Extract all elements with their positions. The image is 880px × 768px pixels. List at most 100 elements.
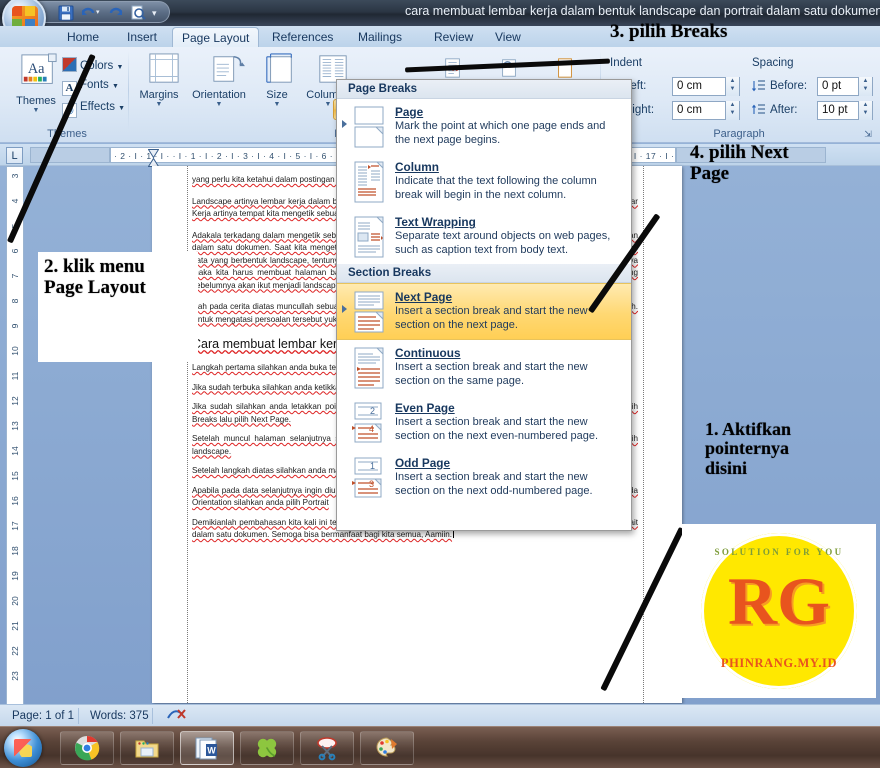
- chevron-down-icon[interactable]: ▼: [254, 101, 300, 108]
- svg-text:Aa: Aa: [28, 61, 45, 77]
- spacing-after-stepper[interactable]: ▲ ▼: [858, 101, 872, 120]
- menu-header-page-breaks: Page Breaks: [337, 80, 631, 99]
- chrome-icon: [74, 735, 100, 761]
- menu-item-desc: Mark the point at which one page ends an…: [395, 120, 606, 146]
- menu-item-even-page[interactable]: 2 4 Even Page Insert a section break and…: [337, 395, 631, 450]
- spacing-after-input[interactable]: 10 pt ▲ ▼: [817, 101, 873, 120]
- window-title: cara membuat lembar kerja dalam bentuk l…: [405, 4, 880, 18]
- selection-arrow-icon: [342, 305, 347, 313]
- spacing-after-label: After:: [770, 104, 798, 116]
- spacing-header: Spacing: [752, 57, 794, 69]
- indent-left-value: 0 cm: [677, 80, 702, 92]
- orientation-button[interactable]: Orientation ▼: [184, 53, 254, 108]
- undo-icon[interactable]: [80, 5, 96, 21]
- save-icon[interactable]: [58, 5, 74, 21]
- tab-references[interactable]: References: [263, 27, 342, 48]
- spacing-before-stepper[interactable]: ▲ ▼: [858, 77, 872, 96]
- undo-dropdown-icon[interactable]: ▾: [96, 8, 104, 16]
- size-button[interactable]: Size ▼: [254, 53, 300, 108]
- taskbar-item-clover[interactable]: [240, 731, 294, 765]
- tab-home[interactable]: Home: [58, 27, 108, 48]
- taskbar-item-snipping-tool[interactable]: [300, 731, 354, 765]
- selection-arrow-icon: [342, 120, 347, 128]
- chevron-down-icon[interactable]: ▼: [184, 101, 254, 108]
- margins-button[interactable]: Margins ▼: [132, 53, 186, 108]
- status-page-indicator[interactable]: Page: 1 of 1: [4, 708, 82, 724]
- quick-access-toolbar[interactable]: ▾ ▾: [36, 1, 170, 23]
- menu-item-odd-page[interactable]: 1 3 Odd Page Insert a section break and …: [337, 450, 631, 505]
- svg-text:3: 3: [369, 479, 374, 489]
- chevron-down-icon[interactable]: ▼: [132, 101, 186, 108]
- menu-item-desc: Insert a section break and start the new…: [395, 361, 588, 387]
- tab-review[interactable]: Review: [425, 27, 482, 48]
- menu-item-title-text: Odd Page: [395, 456, 451, 470]
- menu-item-desc: Insert a section break and start the new…: [395, 416, 599, 442]
- logo-disc: SOLUTION FOR YOU RG PHINRANG.MY.ID: [701, 533, 857, 689]
- annotation-4-text: 4. pilih Next Page: [690, 142, 789, 184]
- tab-insert[interactable]: Insert: [118, 27, 166, 48]
- tab-stop-selector[interactable]: L: [6, 147, 23, 164]
- menu-header-section-breaks: Section Breaks: [337, 264, 631, 283]
- status-proofing-icon[interactable]: [158, 707, 194, 728]
- paragraph-dialog-launcher-icon[interactable]: ⇲: [863, 129, 873, 139]
- taskbar-item-chrome[interactable]: [60, 731, 114, 765]
- first-line-indent-marker-icon[interactable]: [147, 145, 160, 159]
- column-break-icon: [351, 161, 389, 203]
- menu-item-text-wrapping[interactable]: Text Wrapping Separate text around objec…: [337, 209, 631, 264]
- annotation-3-text: 3. pilih Breaks: [610, 21, 728, 42]
- indent-right-stepper[interactable]: ▲ ▼: [725, 101, 739, 120]
- even-page-break-icon: 2 4: [351, 402, 389, 443]
- breaks-dropdown-menu[interactable]: Page Breaks Page Mark the point at which…: [336, 79, 632, 531]
- clover-icon: [254, 735, 280, 761]
- menu-item-title-text: Text Wrapping: [395, 215, 476, 229]
- paint-icon: [374, 735, 400, 761]
- status-divider: [152, 708, 153, 724]
- themes-button-label: Themes: [16, 95, 56, 107]
- menu-item-next-page[interactable]: Next Page Insert a section break and sta…: [337, 283, 631, 340]
- orientation-button-label: Orientation: [192, 89, 246, 101]
- ribbon-group-paragraph: Indent Spacing Left: 0 cm ▲ ▼ Right: 0 cm…: [602, 49, 876, 141]
- taskbar-item-paint[interactable]: [360, 731, 414, 765]
- status-word-count[interactable]: Words: 375: [82, 708, 157, 724]
- spacing-after-icon: [752, 103, 766, 117]
- ribbon-group-paragraph-label: Paragraph: [713, 128, 765, 140]
- ribbon-group-themes-label: Themes: [47, 128, 87, 140]
- taskbar-item-file-explorer[interactable]: [120, 731, 174, 765]
- tab-mailings[interactable]: Mailings: [349, 27, 411, 48]
- theme-fonts-button[interactable]: A Fonts ▼: [62, 79, 119, 96]
- rg-logo-watermark: SOLUTION FOR YOU RG PHINRANG.MY.ID: [682, 524, 876, 698]
- chevron-down-icon[interactable]: ▼: [10, 107, 62, 114]
- file-explorer-icon: [134, 735, 160, 761]
- text-wrapping-break-icon: [351, 216, 389, 258]
- group-separator: [128, 51, 129, 131]
- menu-item-title: Text Wrapping: [395, 215, 623, 229]
- tab-page-layout[interactable]: Page Layout: [172, 27, 260, 48]
- indent-right-value: 0 cm: [677, 104, 702, 116]
- indent-right-input[interactable]: 0 cm ▲ ▼: [672, 101, 740, 120]
- colors-icon: [62, 57, 77, 72]
- menu-item-continuous[interactable]: Continuous Insert a section break and st…: [337, 340, 631, 395]
- print-preview-icon[interactable]: [130, 5, 146, 21]
- indent-header: Indent: [610, 57, 642, 69]
- odd-page-break-icon: 1 3: [351, 457, 389, 498]
- themes-button[interactable]: Aa Themes ▼: [10, 53, 62, 114]
- taskbar-item-word[interactable]: W: [180, 731, 234, 765]
- tab-view[interactable]: View: [486, 27, 530, 48]
- customize-qat-icon[interactable]: ▾: [152, 8, 162, 18]
- svg-text:2: 2: [370, 406, 375, 416]
- menu-item-title: Page: [395, 105, 623, 119]
- menu-item-title: Continuous: [395, 346, 623, 360]
- menu-item-column[interactable]: Column Indicate that the text following …: [337, 154, 631, 209]
- status-bar: Page: 1 of 1 Words: 375: [0, 704, 880, 726]
- start-orb-icon[interactable]: [4, 729, 42, 767]
- menu-item-title-text: Column: [395, 160, 439, 174]
- hanging-indent-marker-icon[interactable]: [147, 154, 160, 167]
- spacing-before-input[interactable]: 0 pt ▲ ▼: [817, 77, 873, 96]
- menu-item-page[interactable]: Page Mark the point at which one page en…: [337, 99, 631, 154]
- indent-left-input[interactable]: 0 cm ▲ ▼: [672, 77, 740, 96]
- spacing-after-value: 10 pt: [822, 104, 848, 116]
- logo-monogram: RG: [728, 563, 830, 639]
- menu-item-title: Column: [395, 160, 623, 174]
- redo-icon[interactable]: [108, 5, 124, 21]
- indent-left-stepper[interactable]: ▲ ▼: [725, 77, 739, 96]
